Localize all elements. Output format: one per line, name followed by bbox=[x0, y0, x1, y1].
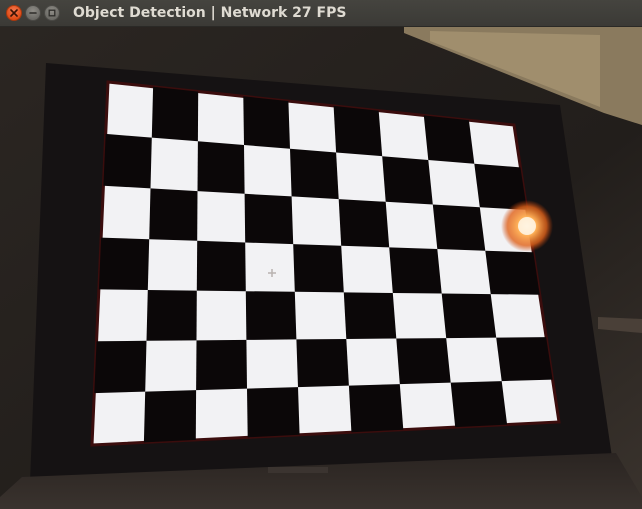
checker-square bbox=[94, 340, 147, 394]
checker-square bbox=[244, 193, 294, 245]
light-glare-core bbox=[518, 217, 536, 235]
checker-square bbox=[382, 156, 433, 205]
laptop-brand-mark bbox=[268, 467, 328, 473]
checker-square bbox=[296, 339, 349, 388]
checker-square bbox=[293, 244, 344, 293]
checker-square bbox=[103, 133, 152, 189]
checker-square bbox=[496, 337, 553, 382]
checker-square bbox=[146, 290, 197, 341]
application-window: Object Detection | Network 27 FPS bbox=[0, 0, 642, 509]
minimize-icon[interactable] bbox=[25, 5, 41, 21]
checker-square bbox=[196, 240, 246, 292]
checker-square bbox=[348, 384, 404, 433]
checker-square bbox=[485, 250, 540, 295]
checker-square bbox=[343, 292, 397, 339]
checker-square bbox=[450, 381, 508, 428]
checker-square bbox=[151, 86, 199, 142]
maximize-icon[interactable] bbox=[44, 5, 60, 21]
checker-square bbox=[290, 148, 339, 200]
maximize-glyph bbox=[48, 9, 56, 17]
checker-square bbox=[98, 237, 150, 290]
checker-square bbox=[432, 204, 486, 251]
checker-square bbox=[143, 390, 197, 443]
close-glyph bbox=[10, 9, 18, 17]
camera-view[interactable] bbox=[0, 27, 642, 509]
checker-square bbox=[396, 338, 451, 385]
checker-square bbox=[197, 141, 245, 194]
checker-square bbox=[247, 387, 300, 438]
camera-frame bbox=[0, 27, 642, 509]
checker-square bbox=[243, 96, 290, 149]
window-title: Object Detection | Network 27 FPS bbox=[73, 5, 347, 21]
minimize-glyph bbox=[29, 12, 37, 14]
checker-square bbox=[245, 291, 297, 340]
checker-square bbox=[389, 247, 442, 294]
title-bar[interactable]: Object Detection | Network 27 FPS bbox=[0, 0, 642, 27]
checker-square bbox=[149, 188, 198, 241]
checker-square bbox=[338, 199, 390, 248]
checker-square bbox=[423, 115, 475, 164]
checker-square bbox=[333, 105, 383, 157]
close-icon[interactable] bbox=[6, 5, 22, 21]
checker-square bbox=[441, 293, 497, 339]
checker-square bbox=[196, 339, 247, 391]
